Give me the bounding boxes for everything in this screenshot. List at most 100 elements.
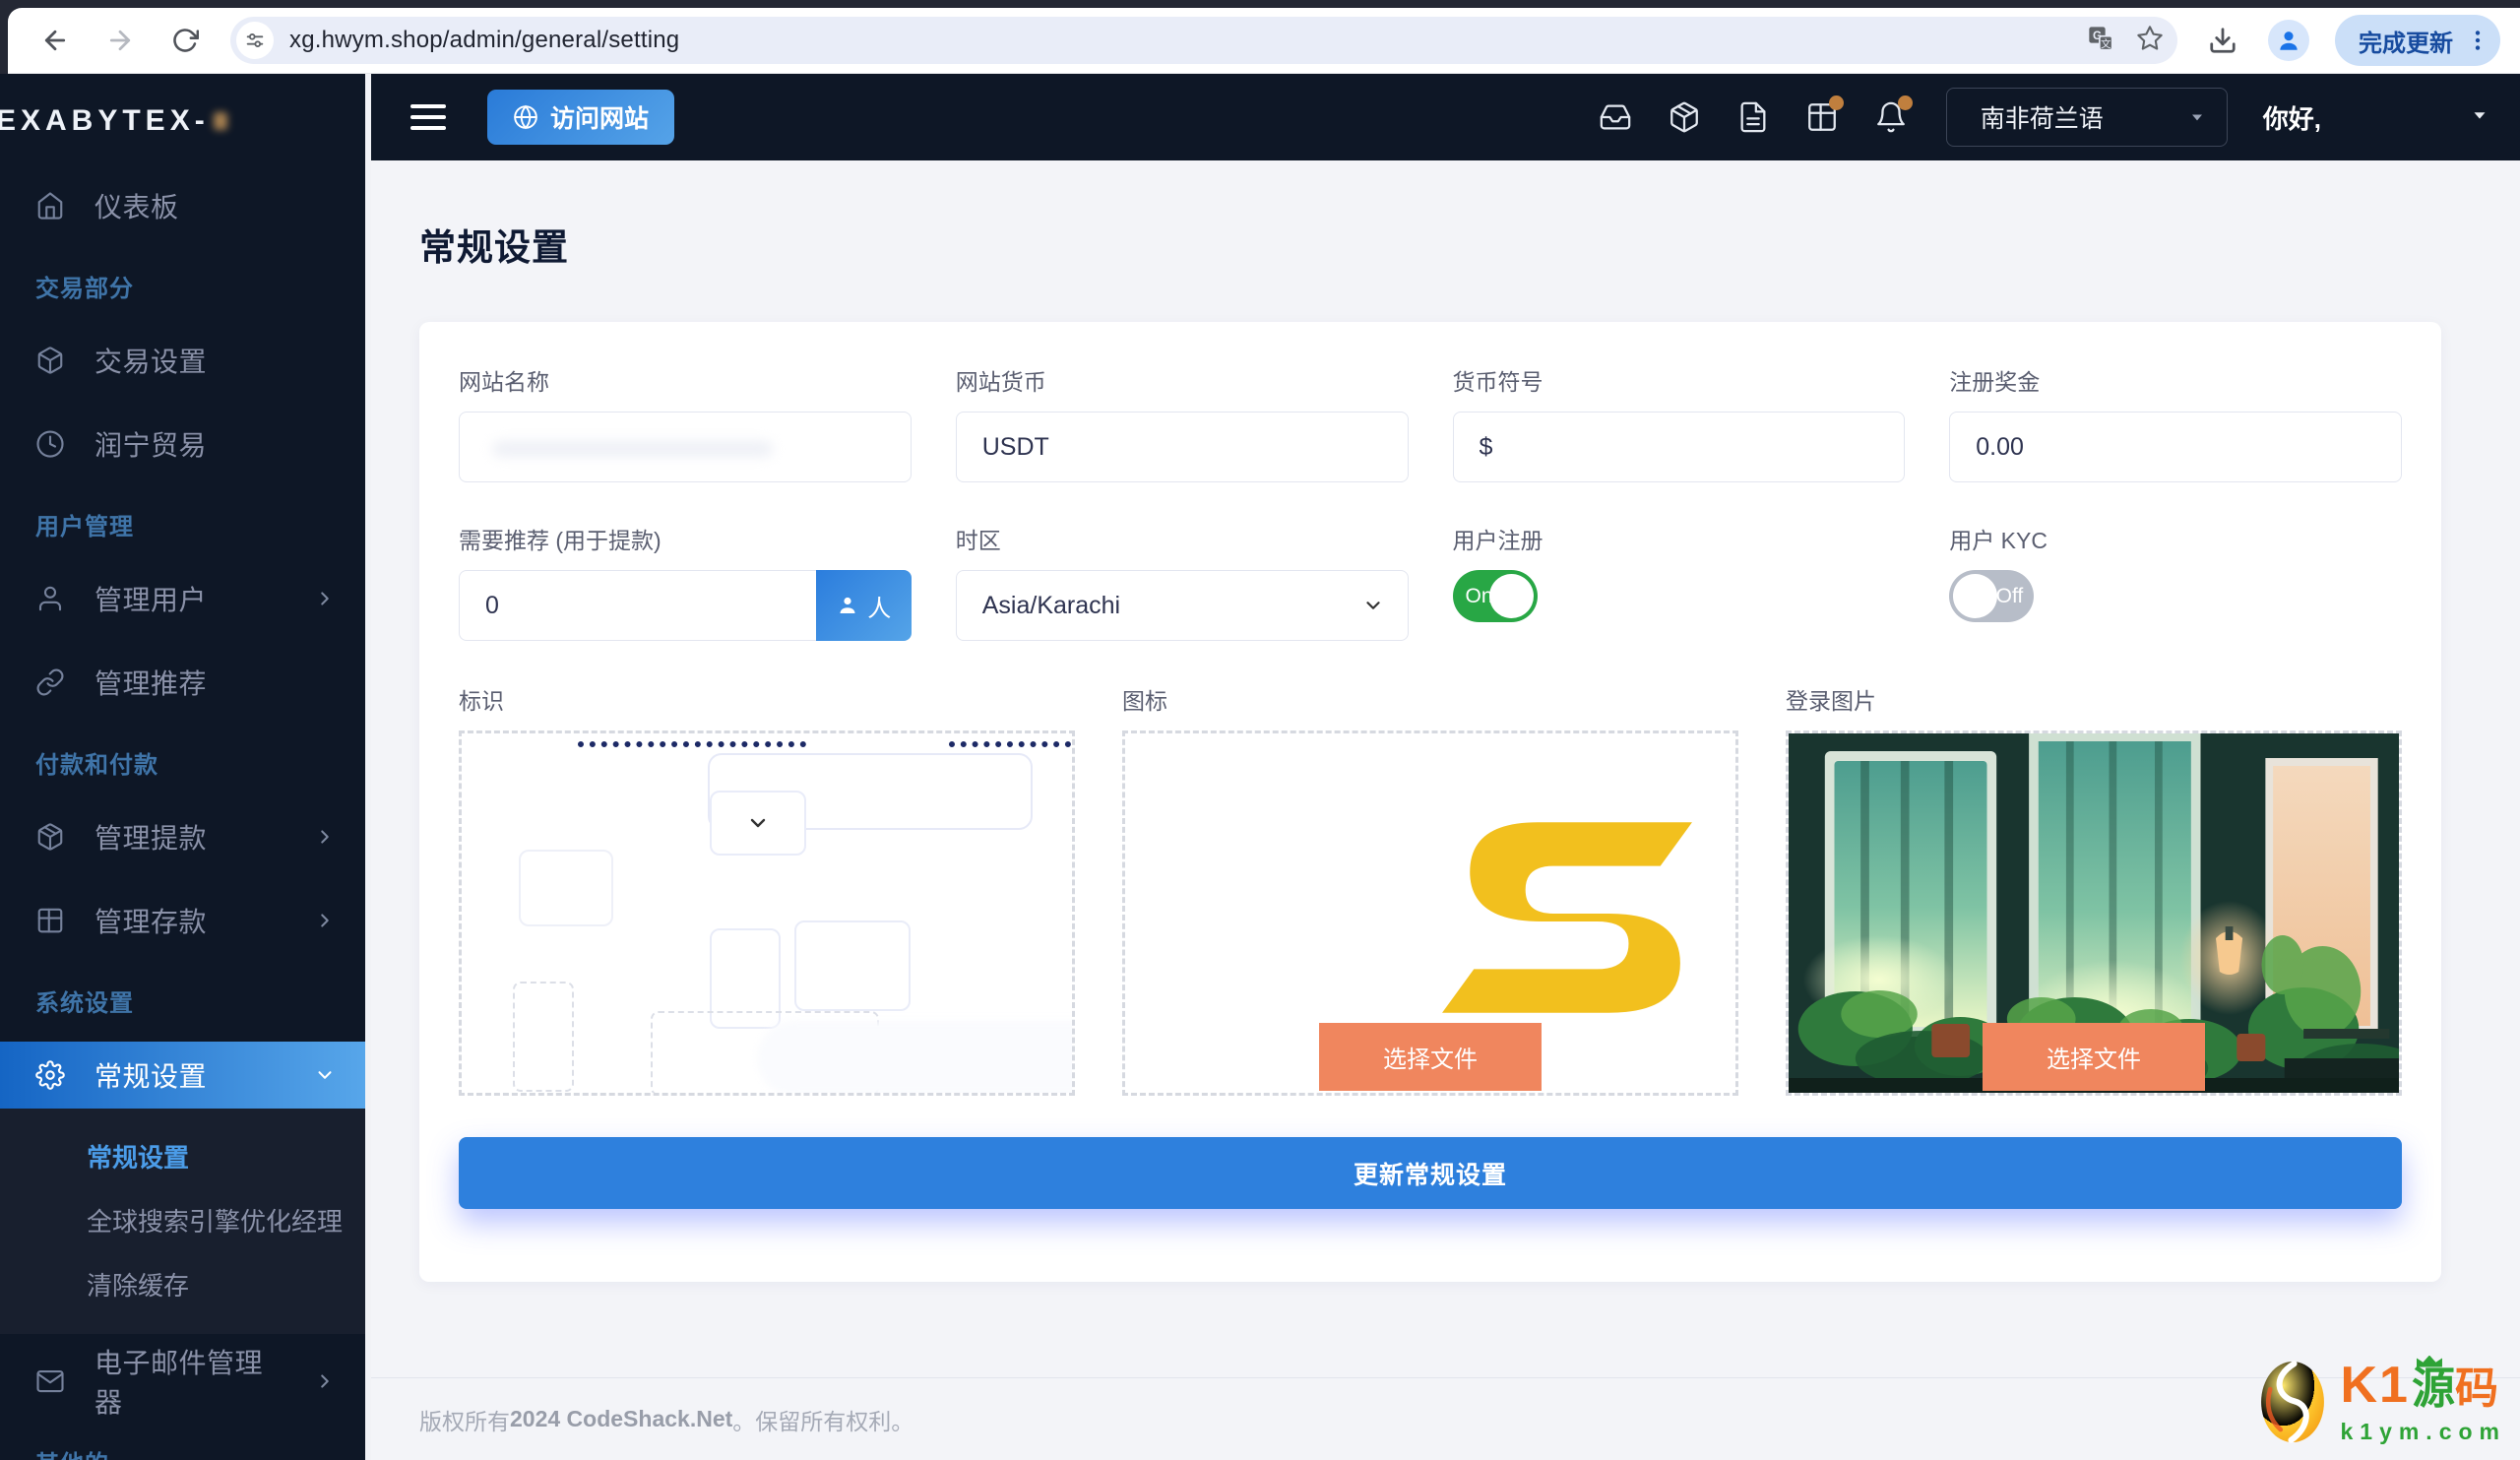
site-name-input[interactable] xyxy=(459,412,912,482)
crown-icon xyxy=(2416,1355,2442,1367)
chevron-right-icon xyxy=(321,1374,329,1388)
site-icon-s-logo xyxy=(1442,822,1692,1013)
chrome-update-button[interactable]: 完成更新 xyxy=(2335,15,2500,66)
bell-icon[interactable] xyxy=(1863,90,1919,145)
home-icon xyxy=(37,192,63,220)
cube-icon xyxy=(37,347,63,374)
forward-icon[interactable] xyxy=(100,21,140,60)
sidebar-item-manage-users[interactable]: 管理用户 xyxy=(0,565,365,632)
sidebar-section-system: 系统设置 xyxy=(35,990,134,1017)
chrome-update-label: 完成更新 xyxy=(2359,30,2453,57)
submenu-item-clear-cache[interactable]: 清除缓存 xyxy=(87,1252,365,1316)
url-bar[interactable]: xg.hwym.shop/admin/general/setting G文 xyxy=(230,17,2177,64)
inbox-icon[interactable] xyxy=(1588,90,1643,145)
icon-upload-box[interactable]: 选择文件 xyxy=(1122,730,1738,1096)
menu-toggle-icon[interactable] xyxy=(410,104,446,130)
sidebar-item-label: 电子邮件管理器 xyxy=(94,1348,264,1418)
translate-icon[interactable]: G文 xyxy=(2087,25,2114,57)
sidebar-item-label: 润宁贸易 xyxy=(94,430,208,461)
referral-addon-label: 人 xyxy=(867,595,892,622)
signup-bonus-input[interactable] xyxy=(1949,412,2402,482)
sidebar-item-label: 交易设置 xyxy=(94,347,208,377)
icon-choose-file-button[interactable]: 选择文件 xyxy=(1319,1023,1542,1091)
chevron-right-icon xyxy=(321,592,329,605)
redacted-shape xyxy=(949,741,1072,747)
user-menu-caret-icon[interactable] xyxy=(2469,104,2490,131)
main-column: 访问网站 南非荷兰语 你好, 常规设置 网站名称 网站货币 USDT 货币符号 … xyxy=(371,74,2520,1460)
sidebar: EXABYTEX- 仪表板 交易部分 交易设置 润宁贸易 用户管理 管理用户 管… xyxy=(0,74,371,1460)
package-icon xyxy=(37,823,63,851)
orders-package-icon[interactable] xyxy=(1657,90,1712,145)
k1ym-egg-logo-icon xyxy=(2261,1361,2325,1443)
back-icon[interactable] xyxy=(35,21,75,60)
redacted-shape xyxy=(710,928,781,1029)
update-general-settings-button[interactable]: 更新常规设置 xyxy=(459,1137,2402,1209)
chevron-down-icon xyxy=(1365,602,1380,609)
redacted-shape xyxy=(513,982,574,1092)
visit-website-label: 访问网站 xyxy=(550,105,650,133)
sidebar-item-general-settings[interactable]: 常规设置 xyxy=(0,1042,365,1109)
icon-label: 图标 xyxy=(1122,688,1167,714)
user-registration-label: 用户注册 xyxy=(1452,528,1544,553)
sidebar-item-label: 管理用户 xyxy=(94,585,208,615)
login-image-upload-box[interactable]: 选择文件 xyxy=(1786,730,2402,1096)
user-kyc-label: 用户 KYC xyxy=(1949,528,2048,553)
browser-menu-icon[interactable] xyxy=(2465,28,2490,53)
content-area: 常规设置 网站名称 网站货币 USDT 货币符号 $ 注册奖金 0.00 需要推… xyxy=(371,160,2520,1377)
notification-badge xyxy=(1828,95,1844,110)
user-kyc-toggle[interactable]: Off xyxy=(1949,570,2035,622)
timezone-select[interactable]: Asia/Karachi xyxy=(955,570,1409,641)
globe-icon xyxy=(514,104,537,130)
redacted-shape xyxy=(519,850,613,926)
visit-website-button[interactable]: 访问网站 xyxy=(487,90,675,145)
clock-icon xyxy=(36,430,64,458)
watermark-yuan: 源 xyxy=(2412,1355,2455,1411)
chevron-right-icon xyxy=(321,914,329,927)
site-settings-icon[interactable] xyxy=(236,22,274,59)
chevron-right-icon xyxy=(321,830,329,844)
icon-upload-field: 图标 选择文件 xyxy=(1122,682,1738,1096)
login-image-choose-file-button[interactable]: 选择文件 xyxy=(1983,1023,2205,1091)
download-icon[interactable] xyxy=(2203,21,2242,60)
brand-logo-text: EXABYTEX- xyxy=(0,104,210,137)
sidebar-item-manage-deposits[interactable]: 管理存款 xyxy=(0,887,365,954)
apps-grid-icon[interactable] xyxy=(1795,90,1850,145)
brand-logo[interactable]: EXABYTEX- xyxy=(0,95,365,147)
watermark-k1: K1 xyxy=(2340,1356,2410,1414)
login-image-field: 登录图片 选择文件 xyxy=(1786,682,2402,1096)
timezone-value: Asia/Karachi xyxy=(981,591,1121,619)
watermark-ma: 码 xyxy=(2454,1364,2498,1413)
currency-symbol-field: 货币符号 xyxy=(1452,363,1906,482)
language-select[interactable]: 南非荷兰语 xyxy=(1945,88,2228,147)
notes-document-icon[interactable] xyxy=(1726,90,1781,145)
sidebar-item-manage-withdrawals[interactable]: 管理提款 xyxy=(0,803,365,870)
copyright-brand: 2024 CodeShack.Net xyxy=(510,1406,733,1431)
redacted-shape xyxy=(651,1011,879,1093)
caret-down-icon xyxy=(2191,114,2202,121)
currency-symbol-input[interactable] xyxy=(1452,412,1906,482)
submenu-item-general-settings[interactable]: 常规设置 xyxy=(87,1124,365,1188)
sidebar-item-dashboard[interactable]: 仪表板 xyxy=(0,172,365,239)
sidebar-item-trade-settings[interactable]: 交易设置 xyxy=(0,327,365,394)
user-registration-toggle[interactable]: On xyxy=(1452,570,1538,622)
sidebar-section-payments: 付款和付款 xyxy=(35,752,158,779)
referral-addon-button[interactable]: 人 xyxy=(815,570,912,641)
referral-input[interactable] xyxy=(459,570,816,641)
greeting-text: 你好, xyxy=(2262,103,2321,134)
signup-bonus-field: 注册奖金 xyxy=(1949,363,2402,482)
logo-upload-field: 标识 xyxy=(459,682,1075,1096)
site-currency-input[interactable] xyxy=(955,412,1409,482)
sidebar-item-label: 常规设置 xyxy=(94,1061,208,1092)
logo-upload-box[interactable] xyxy=(459,730,1075,1096)
site-name-field: 网站名称 xyxy=(459,363,912,482)
sidebar-item-email-manager[interactable]: 电子邮件管理器 xyxy=(0,1348,365,1418)
sidebar-item-runing-trade[interactable]: 润宁贸易 xyxy=(0,411,365,477)
refresh-icon[interactable] xyxy=(165,21,205,60)
sidebar-item-manage-referral[interactable]: 管理推荐 xyxy=(0,649,365,716)
user-kyc-field: 用户 KYC Off xyxy=(1949,522,2402,641)
sidebar-section-trading: 交易部分 xyxy=(35,276,134,302)
submenu-item-seo-manager[interactable]: 全球搜索引擎优化经理 xyxy=(87,1188,365,1252)
signup-bonus-label: 注册奖金 xyxy=(1949,369,2041,395)
bookmark-star-icon[interactable] xyxy=(2136,25,2164,57)
browser-profile-avatar[interactable] xyxy=(2268,20,2309,61)
